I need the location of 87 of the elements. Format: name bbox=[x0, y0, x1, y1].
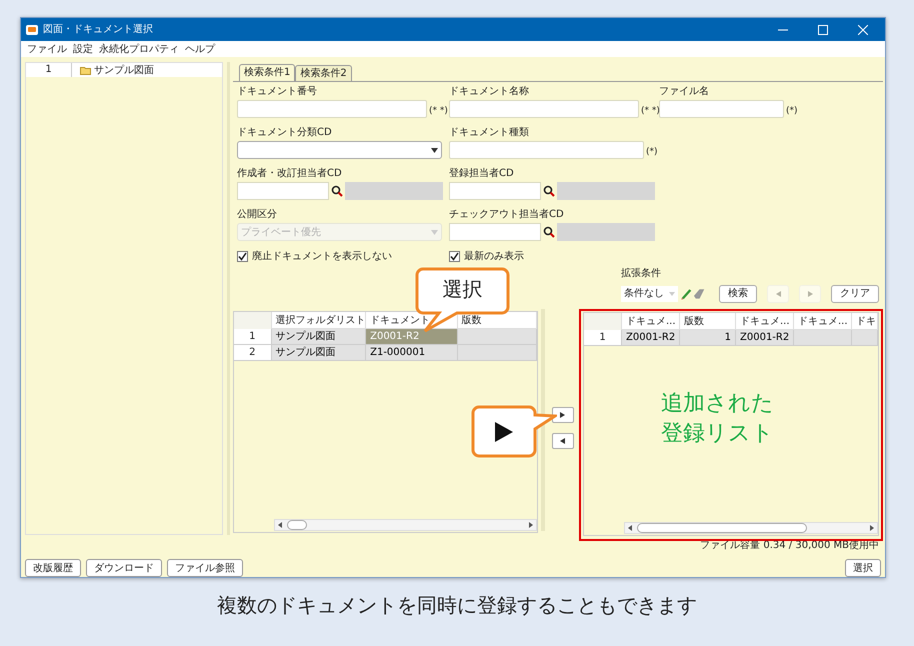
horizontal-scrollbar[interactable] bbox=[624, 522, 878, 534]
toolbar-button[interactable]: 検索 bbox=[719, 284, 757, 302]
dropdown-caret-icon bbox=[431, 230, 438, 234]
tab[interactable]: 検索条件2 bbox=[295, 65, 352, 81]
row-number: 1 bbox=[584, 330, 622, 346]
table-cell: サンプル図面 bbox=[272, 329, 366, 345]
checkbox[interactable] bbox=[449, 250, 460, 262]
table-cell: Z0001-R2 bbox=[622, 330, 680, 346]
checkbox-label: 最新のみ表示 bbox=[464, 250, 524, 264]
toolbar-button[interactable]: クリア bbox=[831, 284, 879, 302]
pencil-icon[interactable] bbox=[680, 287, 692, 300]
dropdown-caret-icon bbox=[668, 292, 675, 296]
left-arrow-icon bbox=[776, 290, 780, 296]
search-icon[interactable] bbox=[543, 185, 555, 197]
right-arrow-icon bbox=[808, 290, 812, 296]
maximize-icon[interactable] bbox=[818, 24, 828, 35]
field-label: チェックアウト担当者CD bbox=[449, 208, 565, 221]
caption: 複数のドキュメントを同時に登録することもできます bbox=[217, 592, 697, 619]
code-field[interactable] bbox=[237, 182, 329, 200]
left-arrow-icon bbox=[560, 438, 566, 444]
search-icon[interactable] bbox=[331, 185, 343, 197]
dropdown-field[interactable] bbox=[237, 141, 442, 159]
menu-item[interactable]: 設定 bbox=[73, 42, 93, 57]
right-arrow-icon bbox=[560, 412, 566, 418]
column-header[interactable]: 版数 bbox=[680, 313, 736, 330]
action-button[interactable]: ファイル参照 bbox=[167, 559, 243, 577]
field-label: ドキュメント名称 bbox=[449, 85, 530, 98]
column-header[interactable]: ドキュメ... bbox=[622, 313, 680, 330]
menu-item[interactable]: ヘルプ bbox=[185, 42, 215, 57]
add-button[interactable] bbox=[552, 407, 574, 423]
field-label: ドキュメント種類 bbox=[449, 126, 530, 139]
folder-icon bbox=[80, 66, 91, 74]
field-label: ドキュメント分類CD bbox=[237, 126, 333, 139]
column-header[interactable]: ドキュメ... bbox=[794, 313, 852, 330]
action-button[interactable]: ダウンロード bbox=[86, 559, 162, 577]
search-icon[interactable] bbox=[543, 226, 555, 238]
table-cell: Z0001-R2 bbox=[366, 329, 458, 345]
field-label: 登録担当者CD bbox=[449, 167, 515, 180]
field-label: 公開区分 bbox=[237, 208, 278, 221]
table-cell bbox=[794, 330, 852, 346]
field-label: 拡張条件 bbox=[621, 268, 662, 280]
field-label: ファイル名 bbox=[659, 85, 710, 98]
app-logo-icon bbox=[26, 24, 38, 35]
eraser-icon[interactable] bbox=[692, 287, 705, 300]
text-field[interactable] bbox=[659, 100, 784, 118]
horizontal-scrollbar[interactable] bbox=[274, 519, 537, 531]
checkbox-label: 廃止ドキュメントを表示しない bbox=[252, 250, 392, 264]
table-cell: Z0001-R2 bbox=[736, 330, 794, 346]
annotation-text: 追加された bbox=[661, 390, 774, 418]
menu-item[interactable]: ファイル bbox=[27, 42, 67, 57]
table-cell: Z1-000001 bbox=[366, 345, 458, 361]
dropdown-field[interactable]: 条件なし bbox=[621, 286, 678, 302]
column-header[interactable]: ドキュメ... bbox=[736, 313, 794, 330]
close-icon[interactable] bbox=[858, 24, 868, 35]
code-field[interactable] bbox=[449, 182, 541, 200]
text-field[interactable] bbox=[449, 100, 639, 118]
field-note: (* *) bbox=[429, 104, 448, 118]
annotation-text: 登録リスト bbox=[661, 420, 774, 448]
window-title: 図面・ドキュメント選択 bbox=[43, 23, 153, 38]
field-label: 作成者・改訂担当者CD bbox=[237, 167, 343, 180]
column-header[interactable]: 選択フォルダリスト bbox=[272, 312, 366, 329]
table-cell: サンプル図面 bbox=[272, 345, 366, 361]
row-number: 1 bbox=[26, 63, 72, 77]
menu-item[interactable]: 永続化プロパティ bbox=[99, 42, 179, 57]
tab[interactable]: 検索条件1 bbox=[239, 64, 296, 81]
scrollbar-thumb[interactable] bbox=[637, 523, 807, 533]
text-field[interactable] bbox=[449, 141, 644, 159]
field-note: (* *) bbox=[641, 104, 660, 118]
header-corner bbox=[584, 313, 622, 330]
field-note: (*) bbox=[646, 146, 658, 158]
select-button[interactable]: 選択 bbox=[845, 559, 881, 577]
checkbox[interactable] bbox=[237, 250, 248, 262]
field-note: (*) bbox=[786, 104, 798, 118]
column-header[interactable]: ドキ bbox=[852, 313, 878, 330]
table-cell: 1 bbox=[680, 330, 736, 346]
scrollbar-thumb[interactable] bbox=[287, 520, 307, 530]
play-icon bbox=[495, 422, 513, 442]
text-field[interactable] bbox=[237, 100, 427, 118]
row-number: 2 bbox=[234, 345, 272, 361]
header-corner bbox=[234, 312, 272, 329]
field-label: ドキュメント番号 bbox=[237, 85, 318, 98]
dropdown-caret-icon bbox=[431, 148, 438, 152]
tree-item[interactable]: サンプル図面 bbox=[80, 63, 154, 77]
code-field[interactable] bbox=[449, 223, 541, 241]
action-button[interactable]: 改版履歴 bbox=[25, 559, 81, 577]
row-number: 1 bbox=[234, 329, 272, 345]
remove-button[interactable] bbox=[552, 433, 574, 449]
